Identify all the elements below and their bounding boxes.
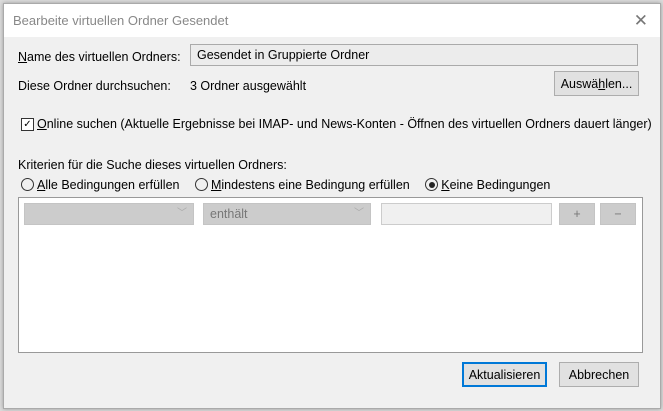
label-text: ame des virtuellen Ordners: [27,50,181,64]
radio-selected-icon[interactable] [425,178,439,191]
chevron-down-icon: ﹀ [354,208,364,219]
folders-label: Diese Ordner durchsuchen: [18,79,171,93]
mnemonic: h [598,76,606,91]
online-search-checkbox[interactable]: ✓ Online suchen (Aktuelle Ergebnisse bei… [21,117,652,131]
dialog-title: Bearbeite virtuellen Ordner Gesendet [13,13,229,28]
mnemonic: N [18,50,28,64]
radio-all[interactable]: Alle Bedingungen erfüllen [21,178,179,192]
radio-icon[interactable] [21,178,34,191]
radio-none[interactable]: Keine Bedingungen [425,178,550,192]
name-label: Name des virtuellen Ordners: [18,50,181,64]
radio-label: eine Bedingungen [449,178,551,192]
t: Auswä [560,76,599,91]
folder-name-input[interactable] [190,44,638,66]
close-icon[interactable]: ✕ [634,11,648,31]
chevron-down-icon: ﹀ [177,208,187,219]
add-rule-button[interactable]: + [559,203,595,225]
choose-folders-button[interactable]: Auswä h len... [554,71,639,96]
checkbox-icon[interactable]: ✓ [21,117,34,131]
minus-icon: − [614,207,622,221]
radio-icon[interactable] [194,178,208,191]
t: len... [605,76,633,91]
online-search-label: nline suchen (Aktuelle Ergebnisse bei IM… [46,117,652,131]
update-button[interactable]: Aktualisieren [462,362,547,387]
rule-list: ﹀ enthält ﹀ + − [18,197,643,353]
criteria-label: Kriterien für die Suche dieses virtuelle… [18,158,287,172]
value-input[interactable] [381,203,552,225]
dialog: Bearbeite virtuellen Ordner Gesendet ✕ N… [3,3,661,409]
plus-icon: + [573,207,581,221]
mnemonic: M [210,178,222,192]
operator-value: enthält [210,207,248,221]
cancel-label: Abbrechen [568,367,630,382]
radio-any[interactable]: Mindestens eine Bedingung erfüllen [194,178,410,192]
mnemonic: K [441,178,450,192]
mnemonic: O [37,117,47,131]
field-select[interactable]: ﹀ [24,203,194,225]
match-radio-group: Alle Bedingungen erfüllen Mindestens ein… [21,178,550,192]
remove-rule-button[interactable]: − [600,203,636,225]
radio-label: indestens eine Bedingung erfüllen [221,178,410,192]
title-bar: Bearbeite virtuellen Ordner Gesendet [4,4,660,37]
operator-select[interactable]: enthält ﹀ [203,203,371,225]
cancel-button[interactable]: Abbrechen [559,362,639,387]
update-label: Aktualisieren [468,367,541,382]
folders-value: 3 Ordner ausgewählt [190,79,307,93]
radio-label: lle Bedingungen erfüllen [45,178,180,192]
